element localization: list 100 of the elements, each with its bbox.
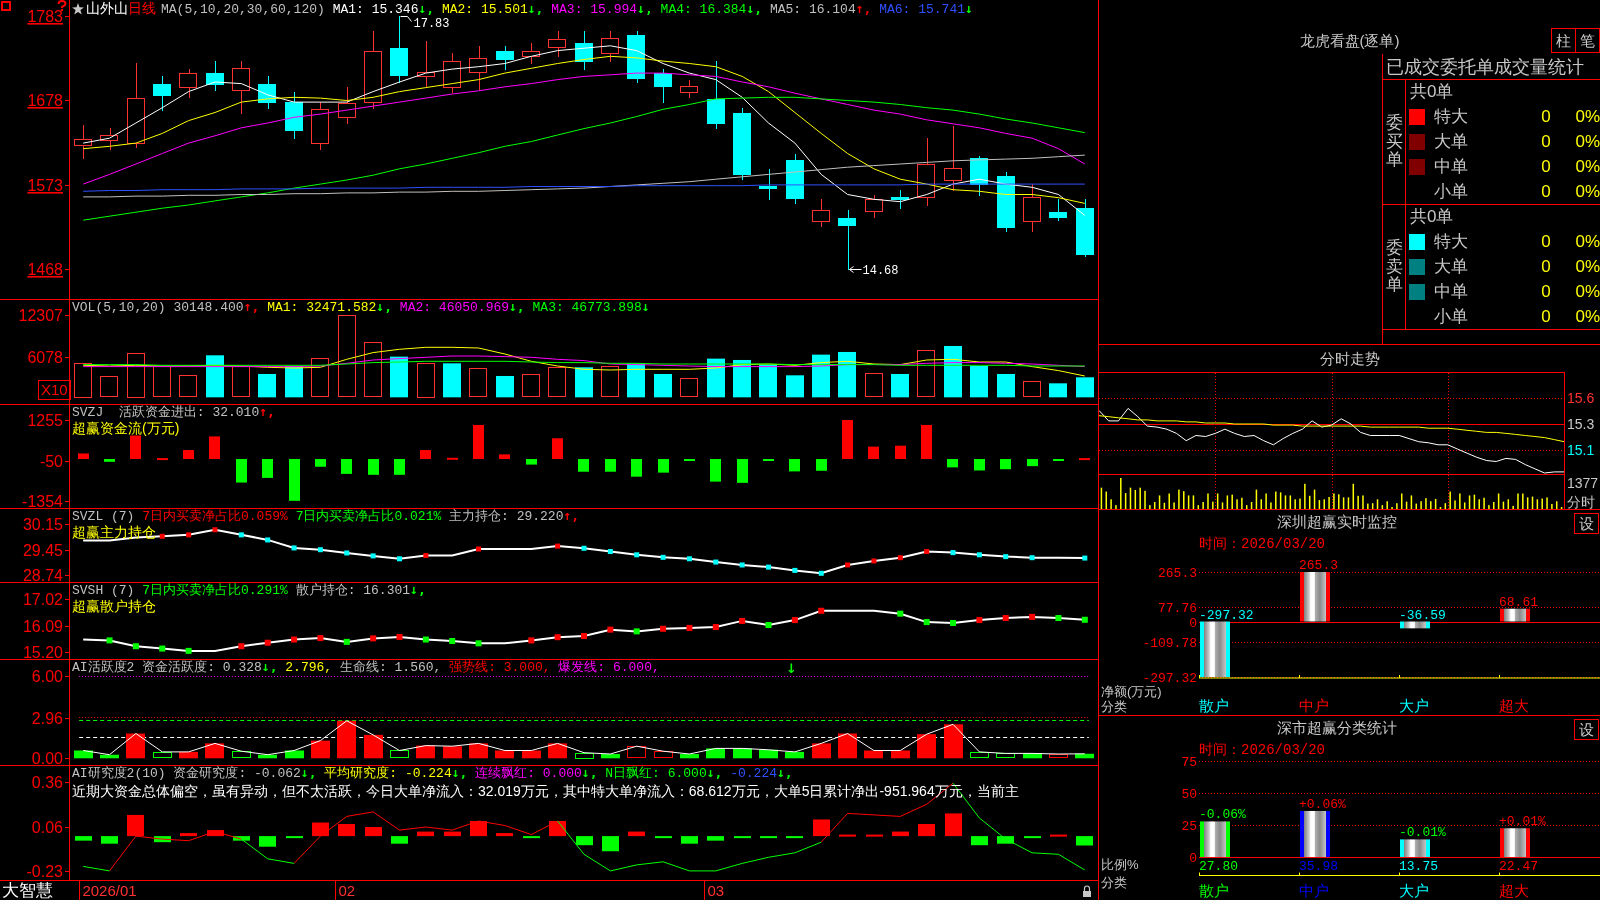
view-button[interactable]: 柱 xyxy=(1551,28,1576,53)
chart-bar xyxy=(789,459,800,472)
chart-bar xyxy=(365,827,382,837)
data-point xyxy=(555,543,561,549)
data-point xyxy=(712,624,719,631)
candlestick xyxy=(1049,198,1067,222)
category-label: 大户 xyxy=(1399,697,1429,714)
chart-bar xyxy=(209,436,220,459)
y-axis-label: 1255 xyxy=(27,412,63,429)
y-axis-label: -0.23 xyxy=(26,863,63,880)
y-axis-label: -297.32 xyxy=(1142,671,1197,686)
data-point xyxy=(633,628,640,635)
volume-bar xyxy=(786,375,804,398)
data-point xyxy=(607,549,613,555)
y-axis-label: 15.20 xyxy=(22,644,63,659)
volume-bar xyxy=(74,363,92,398)
chart-bar xyxy=(654,751,673,758)
change-label: -0.06% xyxy=(1199,807,1246,823)
data-point xyxy=(476,546,482,552)
data-point xyxy=(976,552,982,558)
chart-bar xyxy=(338,824,355,837)
axis-title: 比例% xyxy=(1101,857,1139,872)
y-axis-label: 25 xyxy=(1181,819,1197,834)
y-axis-label: 75 xyxy=(1181,755,1197,770)
order-count: 0 xyxy=(1541,256,1551,277)
order-count: 0 xyxy=(1541,306,1551,327)
data-point xyxy=(686,556,692,562)
chart-bar xyxy=(996,753,1015,758)
volume-bar xyxy=(601,366,619,397)
chart-bar xyxy=(552,438,563,459)
indicator-legend: VOL(5,10,20) 30148.400↑, MA1: 32471.582↓, MA2: 46050.969↓, MA3: 46773.898↓ xyxy=(72,300,650,315)
chart-bar xyxy=(601,754,620,759)
indicator-legend: SVSH (7) 7日内买卖净占比0.291% 散户持仓: 16.301↓, xyxy=(72,583,426,598)
data-point xyxy=(1029,613,1036,620)
timestamp: 时间：2026/03/20 xyxy=(1199,742,1325,758)
view-button[interactable]: 笔 xyxy=(1575,28,1600,53)
chart-bar xyxy=(681,836,698,844)
settings-button[interactable]: 设 xyxy=(1574,719,1599,740)
chart-bar xyxy=(786,836,803,839)
volume-bar xyxy=(258,374,276,398)
chart-bar xyxy=(179,751,198,759)
volume-bar xyxy=(733,359,751,398)
chart-bar xyxy=(233,836,250,841)
chart-bar xyxy=(285,750,304,759)
indicator-legend: AI活跃度2 资金活跃度: 0.328↓, 2.796, 生命线: 1.560, 强势线: 3.000, 爆发线: 6.000, xyxy=(72,660,660,675)
chart-bar xyxy=(470,821,487,837)
chart-bar xyxy=(944,724,963,759)
order-size-label: 中单 xyxy=(1434,281,1468,302)
volume-bar xyxy=(575,367,593,398)
chart-bar xyxy=(130,435,141,459)
data-point xyxy=(370,635,377,642)
chart-bar xyxy=(394,459,405,475)
volume-bar xyxy=(917,350,935,397)
candlestick xyxy=(522,42,540,65)
data-point xyxy=(238,532,244,538)
category-label: 散户 xyxy=(1199,697,1229,714)
y-axis-label: 12307 xyxy=(18,307,63,324)
y-axis-label: 6.00 xyxy=(31,668,63,685)
volume-bar xyxy=(970,366,988,398)
y-axis-label: 15.3 xyxy=(1567,416,1595,432)
volume-bar xyxy=(865,373,883,397)
y-axis-label: -1354 xyxy=(22,493,63,508)
y-axis-label: 50 xyxy=(1181,787,1197,802)
data-point xyxy=(291,636,298,643)
chart-bar xyxy=(575,753,594,759)
volume-bar xyxy=(179,375,197,397)
data-point xyxy=(924,549,930,555)
data-point xyxy=(660,625,667,632)
candlestick xyxy=(707,60,725,130)
chart-bar xyxy=(157,458,168,461)
candlestick xyxy=(812,198,830,228)
chart-bar xyxy=(444,831,461,837)
chart-bar xyxy=(259,836,276,847)
data-point xyxy=(713,559,719,565)
chart-bar xyxy=(1027,459,1038,467)
axis-title: 分时 xyxy=(1567,494,1595,509)
data-point xyxy=(1081,616,1088,623)
chart-bar xyxy=(1200,821,1230,857)
volume-bar xyxy=(680,378,698,397)
chart-bar xyxy=(631,459,642,477)
candlestick xyxy=(232,60,250,115)
chart-bar xyxy=(737,459,748,483)
y-axis-label: 1573 xyxy=(27,177,63,194)
data-point xyxy=(291,545,297,551)
help-icon xyxy=(57,0,67,11)
square-icon xyxy=(1,1,11,11)
order-share: 0% xyxy=(1575,306,1600,327)
volume-scale-label: 1377 xyxy=(1567,475,1599,491)
settings-button[interactable]: 设 xyxy=(1574,513,1599,534)
leader-line xyxy=(849,266,862,273)
candlestick xyxy=(285,91,303,140)
indicator-title: 超赢资金流(万元) xyxy=(72,420,180,436)
data-point xyxy=(1055,615,1062,622)
unit-multiplier: X10 xyxy=(38,380,71,400)
data-point xyxy=(264,639,271,646)
order-size-label: 大单 xyxy=(1434,256,1468,277)
chart-bar xyxy=(1500,608,1530,622)
volume-bar xyxy=(443,363,461,398)
chart-bar xyxy=(1300,572,1330,622)
data-point xyxy=(792,567,798,573)
